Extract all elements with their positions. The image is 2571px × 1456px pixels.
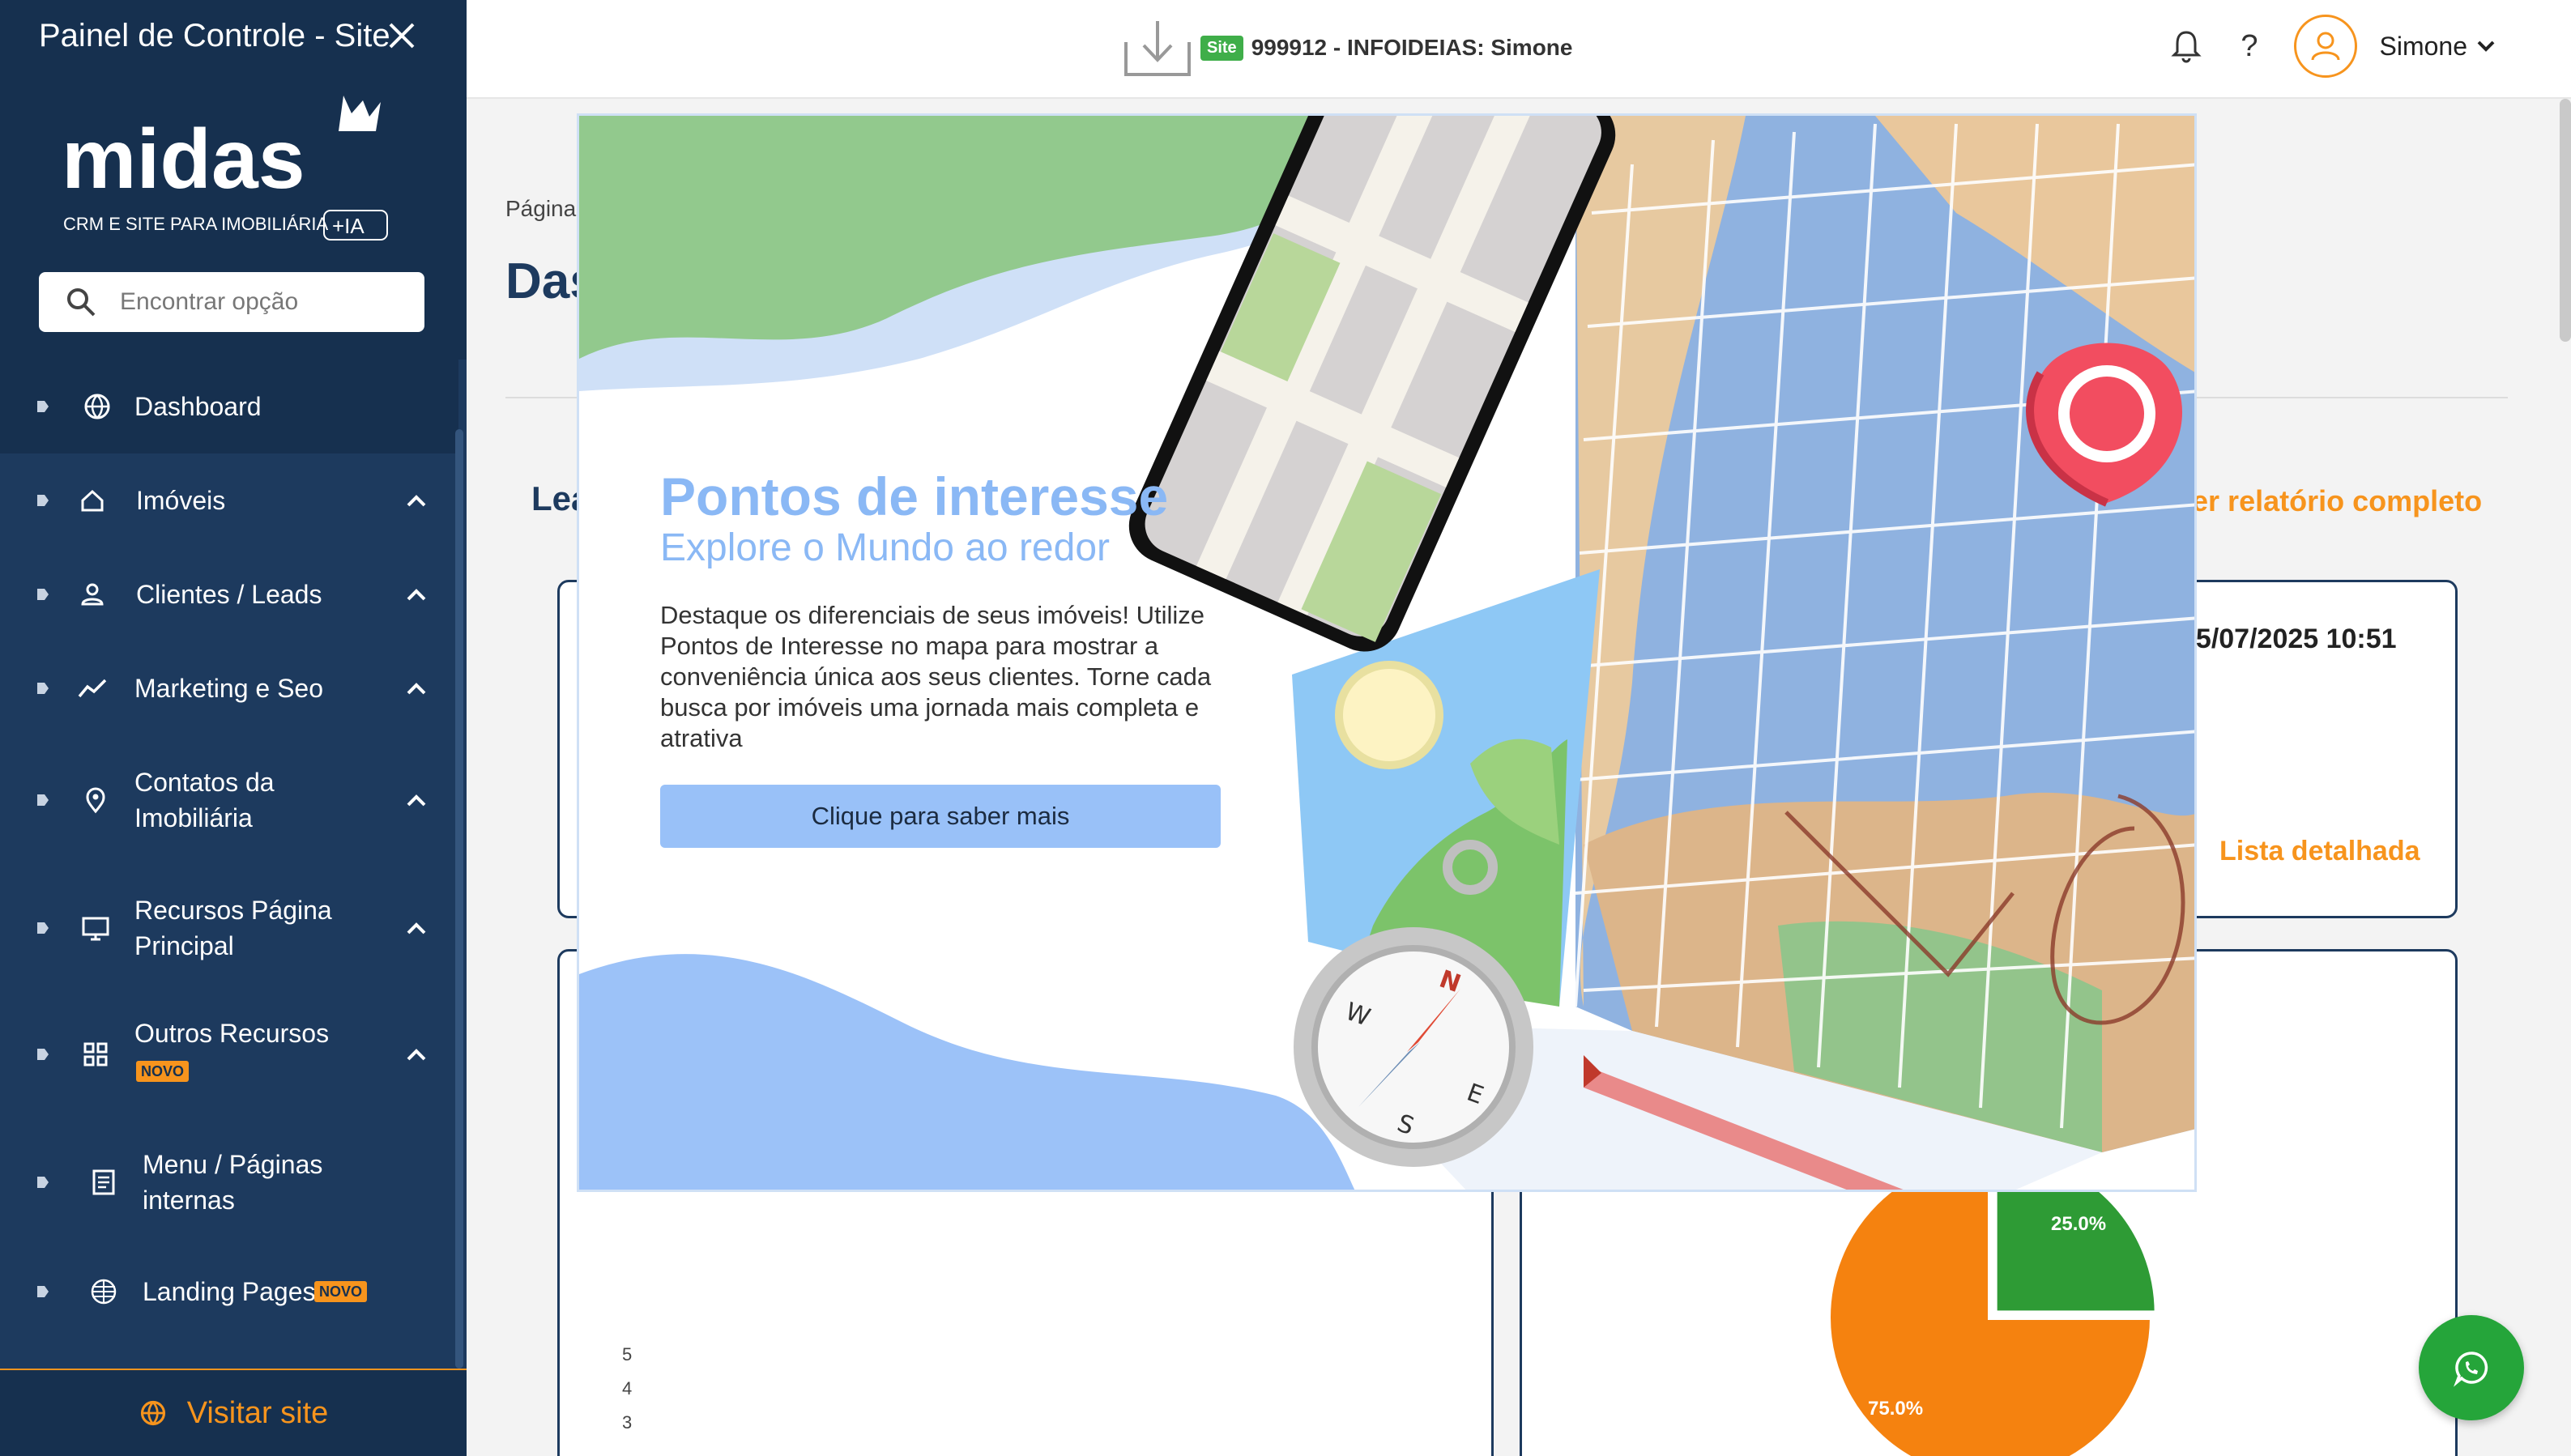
y-tick: 5 [622, 1344, 633, 1364]
tag-icon [37, 495, 49, 506]
sidebar-item-marketing[interactable]: Marketing e Seo [0, 641, 458, 735]
sidebar-scrollbar[interactable] [455, 429, 463, 1369]
y-tick: 4 [622, 1378, 633, 1399]
search-box[interactable] [39, 272, 424, 332]
date-label: 15/07/2025 10:51 [2181, 624, 2397, 654]
chevron-up-icon[interactable] [400, 784, 433, 816]
user-name[interactable]: Simone [2380, 32, 2468, 62]
grid-icon [83, 1042, 108, 1066]
sidebar-item-contatos[interactable]: Contatos da Imobiliária [0, 735, 458, 865]
sidebar-item-label: Dashboard [134, 392, 262, 421]
search-input[interactable] [120, 288, 395, 316]
trend-icon [78, 679, 107, 698]
pie-label-orange: 75.0% [1868, 1398, 1924, 1420]
chevron-down-icon[interactable] [2474, 34, 2498, 58]
tag-icon [37, 922, 49, 934]
modal-subtitle: Explore o Mundo ao redor [660, 526, 1110, 569]
topbar: Site 999912 - INFOIDEIAS: Simone ? Simon… [467, 0, 2571, 99]
page-scrollbar[interactable] [2560, 99, 2571, 342]
sidebar-item-label: Marketing e Seo [134, 674, 324, 703]
site-tag: Site [1200, 35, 1243, 61]
close-icon[interactable] [384, 18, 420, 53]
home-icon [81, 489, 104, 512]
modal-title: Pontos de interesse [660, 466, 1169, 526]
chevron-up-icon[interactable] [400, 912, 433, 944]
chevron-up-icon[interactable] [400, 484, 433, 517]
chevron-up-icon[interactable] [400, 578, 433, 611]
page-icon [92, 1169, 115, 1195]
pin-icon [86, 787, 105, 814]
new-badge: NOVO [136, 1061, 190, 1082]
chevron-up-icon[interactable] [400, 1038, 433, 1071]
chevron-up-icon[interactable] [400, 672, 433, 705]
modal-body: Destaque os diferenciais de seus imóveis… [660, 601, 1212, 752]
sidebar: Painel de Controle - Site midas CRM E SI… [0, 0, 467, 1456]
visit-site-button[interactable]: Visitar site [0, 1369, 467, 1456]
promo-modal: N E S W Pontos de interesse Explore o Mu… [577, 113, 2197, 1192]
report-link[interactable]: Ver relatório completo [2174, 484, 2482, 518]
svg-text:+IA: +IA [332, 214, 365, 238]
detailed-list-link[interactable]: Lista detalhada [2219, 836, 2420, 867]
tag-icon [37, 683, 49, 694]
user-icon [2311, 32, 2339, 61]
new-badge: NOVO [314, 1281, 368, 1302]
tag-icon [37, 794, 49, 806]
tag-icon [37, 1049, 49, 1060]
breadcrumb[interactable]: Página [505, 196, 576, 222]
help-icon[interactable]: ? [2241, 29, 2258, 64]
site-name: 999912 - INFOIDEIAS: Simone [1251, 35, 1573, 60]
sidebar-item-label: Outros Recursos [134, 1019, 330, 1048]
tag-icon [37, 589, 49, 600]
site-info: Site 999912 - INFOIDEIAS: Simone [1123, 18, 1572, 78]
sidebar-item-dashboard[interactable]: Dashboard [0, 360, 458, 453]
whatsapp-icon [2454, 1352, 2488, 1387]
avatar[interactable] [2293, 15, 2357, 78]
midas-logo: midas CRM E SITE PARA IMOBILIÁRIA +IA [62, 96, 388, 241]
sidebar-menu: Dashboard Imóveis Clientes / Leads Marke… [0, 360, 458, 1336]
sidebar-item-label: Recursos Página Principal [134, 896, 332, 960]
sidebar-header: Painel de Controle - Site midas CRM E SI… [0, 0, 467, 360]
svg-text:midas: midas [62, 113, 305, 206]
sidebar-item-label: Clientes / Leads [136, 580, 322, 609]
monitor-icon [82, 917, 109, 941]
sidebar-item-menu-paginas[interactable]: Menu / Páginas internas [0, 1118, 458, 1247]
sidebar-title: Painel de Controle - Site [39, 18, 390, 53]
sidebar-item-label: Menu / Páginas internas [143, 1150, 323, 1215]
sidebar-item-label: Contatos da Imobiliária [134, 768, 275, 832]
svg-text:CRM E SITE PARA IMOBILIÁRIA: CRM E SITE PARA IMOBILIÁRIA [63, 214, 329, 234]
learn-more-button[interactable]: Clique para saber mais [660, 785, 1221, 848]
tag-icon [37, 401, 49, 412]
bell-icon[interactable] [2171, 29, 2202, 63]
tag-icon [37, 1177, 49, 1188]
pie-label-green: 25.0% [2051, 1213, 2107, 1235]
sidebar-item-outros[interactable]: Outros Recursos NOVO [0, 991, 458, 1118]
sidebar-item-imoveis[interactable]: Imóveis [0, 453, 458, 547]
download-icon[interactable] [1123, 18, 1192, 78]
user-area: ? Simone [2171, 15, 2498, 78]
globe-icon [84, 394, 110, 419]
sidebar-item-label: Landing Pages [143, 1277, 316, 1306]
search-icon [67, 288, 96, 317]
sidebar-item-recursos[interactable]: Recursos Página Principal [0, 865, 458, 991]
whatsapp-button[interactable] [2419, 1315, 2524, 1420]
visit-site-label: Visitar site [186, 1395, 329, 1430]
sidebar-item-label: Imóveis [136, 486, 226, 515]
y-tick: 3 [622, 1412, 633, 1433]
tag-icon [37, 1286, 49, 1297]
sidebar-item-clientes[interactable]: Clientes / Leads [0, 547, 458, 641]
web-icon [91, 1279, 117, 1305]
user-icon [81, 583, 104, 606]
globe-icon [140, 1400, 165, 1426]
sidebar-item-landing[interactable]: Landing Pages NOVO [0, 1247, 458, 1336]
